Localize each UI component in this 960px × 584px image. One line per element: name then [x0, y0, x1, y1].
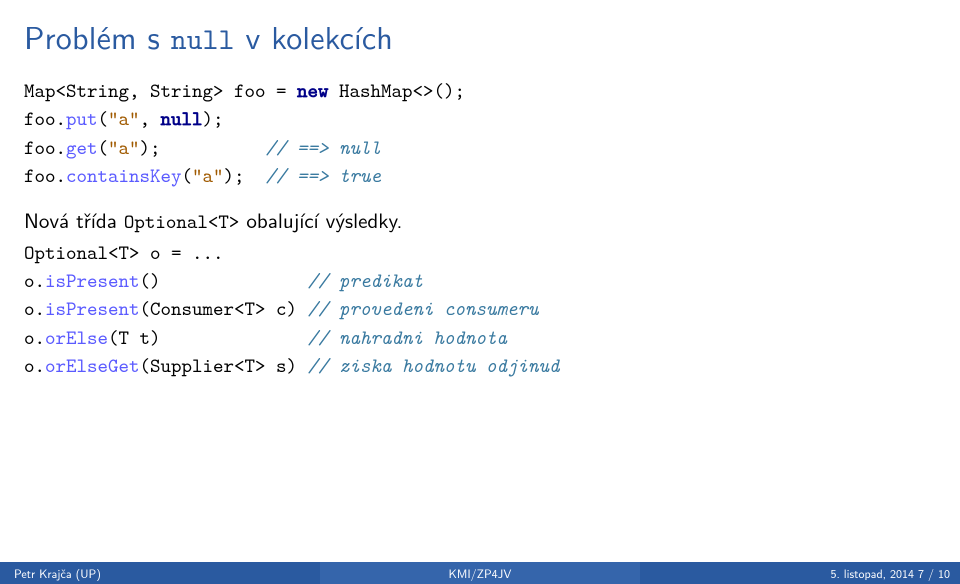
code-text: o.	[24, 353, 45, 379]
code-text: ()	[140, 268, 308, 294]
code-method: isPresent	[45, 296, 140, 322]
para-text: obalující výsledky.	[239, 205, 402, 235]
code-block-1: Map<String, String> foo = new HashMap<>(…	[24, 77, 936, 191]
code-method: orElse	[45, 325, 108, 351]
code-text: );	[140, 135, 266, 161]
code-comment: // ==> null	[266, 135, 382, 161]
footer-author-text: Petr Krajča (UP)	[14, 564, 101, 582]
code-comment: // nahradni hodnota	[308, 325, 508, 351]
code-method: containsKey	[66, 163, 182, 189]
code-keyword: new	[297, 78, 329, 104]
footer-page-text: 5. listopad, 2014 7 / 10	[830, 564, 950, 582]
code-text: o.	[24, 268, 45, 294]
footer-course: KMI/ZP4JV	[320, 562, 640, 584]
code-text: Optional<T> o = ...	[24, 240, 224, 266]
code-text: );	[224, 163, 266, 189]
code-text: (	[182, 163, 193, 189]
code-text: HashMap<>();	[329, 78, 466, 104]
code-text: Map<String, String> foo =	[24, 78, 297, 104]
code-keyword: null	[161, 106, 203, 132]
code-text: ,	[140, 106, 161, 132]
code-text: (T t)	[108, 325, 308, 351]
code-string: "a"	[108, 106, 140, 132]
code-text: (Consumer<T> c)	[140, 296, 308, 322]
code-text: foo.	[24, 135, 66, 161]
title-post: v kolekcích	[235, 12, 393, 59]
code-comment: // ==> true	[266, 163, 382, 189]
slide-body: Map<String, String> foo = new HashMap<>(…	[0, 77, 960, 381]
code-text: foo.	[24, 163, 66, 189]
code-string: "a"	[108, 135, 140, 161]
footer-author: Petr Krajča (UP)	[0, 562, 320, 584]
code-method: orElseGet	[45, 353, 140, 379]
code-text: );	[203, 106, 224, 132]
code-text: foo.	[24, 106, 66, 132]
code-block-2: Optional<T> o = ... o.isPresent() // pre…	[24, 239, 936, 381]
code-string: "a"	[192, 163, 224, 189]
para-mono: Optional<T>	[124, 209, 240, 235]
paragraph-1: Nová třída Optional<T> obalující výsledk…	[24, 191, 936, 239]
code-comment: // predikat	[308, 268, 424, 294]
code-method: get	[66, 135, 98, 161]
slide-footer: Petr Krajča (UP) KMI/ZP4JV 5. listopad, …	[0, 562, 960, 584]
code-text: o.	[24, 325, 45, 351]
code-method: isPresent	[45, 268, 140, 294]
slide-title: Problém s null v kolekcích	[0, 0, 960, 77]
code-comment: // provedeni consumeru	[308, 296, 539, 322]
footer-page: 5. listopad, 2014 7 / 10	[640, 562, 960, 584]
code-text: (	[98, 106, 109, 132]
title-pre: Problém s	[24, 12, 171, 59]
code-text: (	[98, 135, 109, 161]
code-comment: // ziska hodnotu odjinud	[308, 353, 560, 379]
code-text: (Supplier<T> s)	[140, 353, 308, 379]
footer-course-text: KMI/ZP4JV	[449, 564, 512, 582]
slide: Problém s null v kolekcích Map<String, S…	[0, 0, 960, 584]
para-text: Nová třída	[24, 205, 124, 235]
title-mono: null	[171, 20, 235, 59]
code-text: o.	[24, 296, 45, 322]
code-method: put	[66, 106, 98, 132]
